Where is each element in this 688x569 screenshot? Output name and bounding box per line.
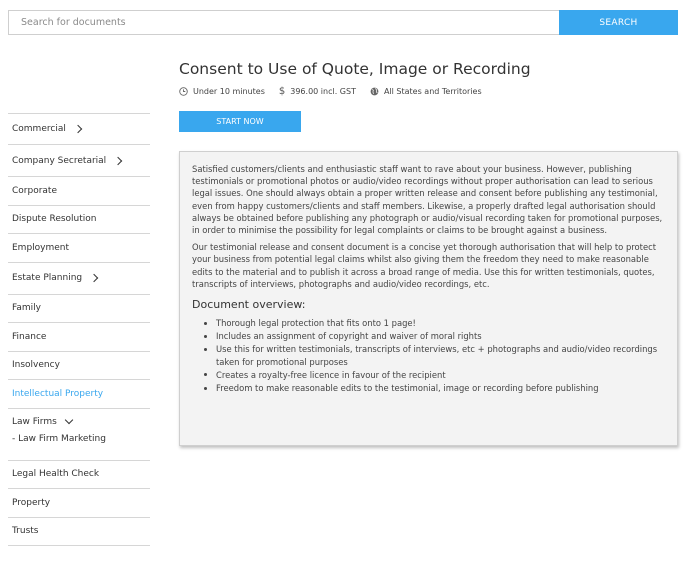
chevron-right-icon [113, 156, 123, 165]
list-item: Thorough legal protection that fits onto… [204, 317, 665, 329]
list-item: Includes an assignment of copyright and … [204, 330, 665, 342]
chevron-right-icon [89, 273, 99, 283]
sidebar-item-trusts[interactable]: Trusts [8, 518, 150, 546]
search-input[interactable] [8, 10, 559, 35]
chevron-down-icon [64, 415, 74, 424]
sidebar-item-label: Intellectual Property [12, 388, 104, 399]
sidebar-item-commercial[interactable]: Commercial [8, 113, 150, 145]
clock-icon [179, 87, 188, 96]
sidebar-item-label: Insolvency [12, 360, 60, 371]
sidebar-item-label: Property [12, 497, 51, 508]
sidebar-item-corporate[interactable]: Corporate [8, 177, 150, 206]
sidebar-item-finance[interactable]: Finance [8, 323, 150, 352]
meta-time-text: Under 10 minutes [193, 87, 265, 96]
sidebar-item-intellectual-property[interactable]: Intellectual Property [8, 380, 150, 409]
sidebar-item-label: Finance [12, 331, 47, 342]
sidebar-item-label: Employment [12, 242, 70, 253]
start-now-button[interactable]: START NOW [179, 111, 301, 132]
document-meta: Under 10 minutes $ 396.00 incl. GST All … [179, 86, 496, 97]
globe-icon [370, 87, 379, 96]
list-item: Freedom to make reasonable edits to the … [204, 382, 665, 394]
search-bar: SEARCH [8, 10, 678, 35]
meta-time: Under 10 minutes [179, 87, 265, 96]
sidebar-item-label: Trusts [12, 526, 39, 537]
meta-price-text: 396.00 incl. GST [290, 87, 356, 96]
meta-price: $ 396.00 incl. GST [279, 86, 356, 97]
dollar-icon: $ [278, 86, 286, 97]
sidebar-item-label: Corporate [12, 185, 57, 196]
sidebar-item-company-secretarial[interactable]: Company Secretarial [8, 145, 150, 177]
sidebar-item-insolvency[interactable]: Insolvency [8, 352, 150, 380]
sidebar-item-label: Company Secretarial [12, 155, 107, 166]
sidebar-item-employment[interactable]: Employment [8, 234, 150, 263]
sidebar-item-label: Family [12, 303, 41, 314]
sidebar-group-law-firms: Law Firms - Law Firm Marketing [8, 409, 150, 461]
sidebar-item-label: Legal Health Check [12, 469, 100, 480]
chevron-right-icon [73, 124, 83, 134]
search-button[interactable]: SEARCH [559, 10, 678, 35]
overview-list: Thorough legal protection that fits onto… [192, 317, 665, 394]
sidebar-item-property[interactable]: Property [8, 489, 150, 518]
sidebar-item-family[interactable]: Family [8, 295, 150, 323]
sidebar-subitem-law-firm-marketing[interactable]: - Law Firm Marketing [12, 434, 150, 444]
sidebar-item-law-firms[interactable]: Law Firms [12, 415, 150, 427]
sidebar-item-legal-health-check[interactable]: Legal Health Check [8, 461, 150, 489]
document-description-panel: Satisfied customers/clients and enthusia… [179, 151, 678, 446]
sidebar-item-label: Commercial [12, 124, 66, 134]
meta-region: All States and Territories [370, 87, 482, 96]
sidebar-item-estate-planning[interactable]: Estate Planning [8, 263, 150, 295]
sidebar-item-label: Dispute Resolution [12, 214, 97, 225]
page-title: Consent to Use of Quote, Image or Record… [179, 60, 531, 78]
meta-region-text: All States and Territories [383, 87, 482, 96]
category-sidebar: Commercial Company Secretarial Corporate… [8, 113, 150, 546]
sidebar-item-label: Estate Planning [12, 273, 83, 283]
list-item: Use this for written testimonials, trans… [204, 343, 665, 367]
description-paragraph: Our testimonial release and consent docu… [192, 242, 656, 289]
sidebar-item-dispute-resolution[interactable]: Dispute Resolution [8, 206, 150, 234]
sidebar-item-label: Law Firms [12, 416, 57, 427]
list-item: Creates a royalty-free licence in favour… [204, 369, 665, 381]
description-paragraph: Satisfied customers/clients and enthusia… [192, 164, 663, 236]
overview-heading: Document overview: [192, 298, 306, 312]
